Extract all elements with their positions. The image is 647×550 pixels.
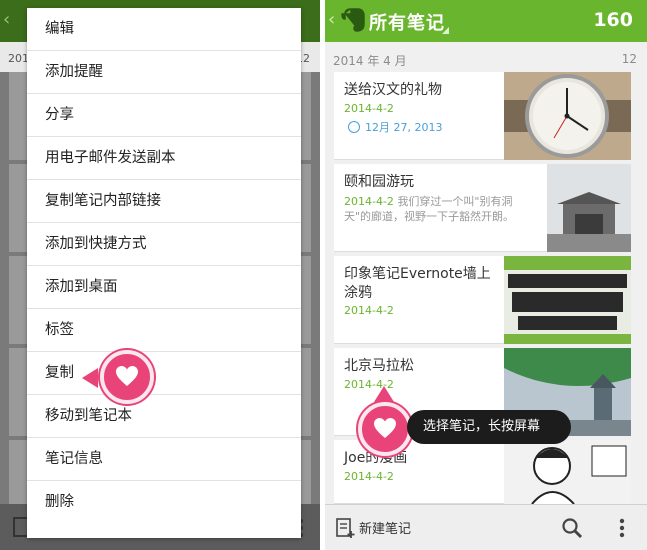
menu-item-move-to-notebook[interactable]: 移动到笔记本 <box>27 395 301 438</box>
menu-item-note-info[interactable]: 笔记信息 <box>27 438 301 481</box>
dropdown-caret-icon[interactable] <box>442 27 449 34</box>
new-note-icon <box>336 518 355 538</box>
note-date: 2014-4-2 <box>344 195 394 208</box>
section-header: 2014 年 4 月 12 <box>325 42 647 72</box>
note-count: 160 <box>593 9 633 31</box>
menu-item-add-reminder[interactable]: 添加提醒 <box>27 51 301 94</box>
new-note-label: 新建笔记 <box>359 522 412 537</box>
note-title: 颐和园游玩 <box>344 174 414 190</box>
palace-thumbnail <box>547 164 631 252</box>
watch-image <box>504 72 631 160</box>
menu-item-tags[interactable]: 标签 <box>27 309 301 352</box>
page-title[interactable]: 所有笔记 <box>369 9 445 35</box>
comic-thumbnail <box>504 440 631 504</box>
menu-item-copy-note-link[interactable]: 复制笔记内部链接 <box>27 180 301 223</box>
heart-icon <box>116 366 138 386</box>
comic-image <box>504 440 631 504</box>
note-card[interactable]: 送给汉文的礼物 2014-4-2 12月 27, 2013 <box>334 72 631 160</box>
menu-item-email-copy[interactable]: 用电子邮件发送副本 <box>27 137 301 180</box>
bottom-bar: 新建笔记 <box>325 504 647 550</box>
note-card[interactable]: 印象笔记Evernote墙上涂鸦 2014-4-2 <box>334 256 631 344</box>
note-date: 2014-4-2 <box>344 102 394 115</box>
note-snippet: 2014-4-2 我们穿过一个叫"别有洞天"的廊道，视野一下子豁然开朗。 <box>344 194 534 224</box>
left-screen: ‹ 201 12 编辑 添加提醒 分享 用电子邮件发送副本 复制笔记内部链接 添… <box>0 0 320 550</box>
heart-highlight <box>100 350 154 404</box>
menu-item-share[interactable]: 分享 <box>27 94 301 137</box>
dimmed-section-label: 201 <box>8 52 29 65</box>
menu-item-add-to-home[interactable]: 添加到桌面 <box>27 266 301 309</box>
alarm-icon <box>348 121 360 133</box>
menu-item-copy[interactable]: 复制 <box>27 352 301 395</box>
note-context-menu: 编辑 添加提醒 分享 用电子邮件发送副本 复制笔记内部链接 添加到快捷方式 添加… <box>27 8 301 538</box>
reminder: 12月 27, 2013 <box>348 119 442 135</box>
menu-item-delete[interactable]: 删除 <box>27 481 301 524</box>
section-label: 2014 年 4 月 <box>333 54 407 68</box>
callout-pointer <box>82 368 98 388</box>
new-note-button[interactable]: 新建笔记 <box>335 517 411 539</box>
back-arrow-icon: ‹ <box>3 9 11 30</box>
app-bar: ‹ 所有笔记 160 <box>325 0 647 42</box>
callout-pointer <box>374 386 394 402</box>
graffiti-thumbnail <box>504 256 631 344</box>
overflow-icon[interactable] <box>619 517 625 539</box>
menu-item-add-shortcut[interactable]: 添加到快捷方式 <box>27 223 301 266</box>
watch-thumbnail <box>504 72 631 160</box>
elephant-icon[interactable] <box>339 6 367 34</box>
graffiti-image <box>504 256 631 344</box>
note-date: 2014-4-2 <box>344 304 394 317</box>
note-card[interactable]: 颐和园游玩 2014-4-2 我们穿过一个叫"别有洞天"的廊道，视野一下子豁然开… <box>334 164 631 252</box>
long-press-tooltip: 选择笔记，长按屏幕 <box>407 410 571 444</box>
reminder-date: 12月 27, 2013 <box>365 121 443 134</box>
palace-image <box>547 164 631 252</box>
note-title: 北京马拉松 <box>344 358 414 374</box>
back-arrow-icon[interactable]: ‹ <box>328 9 335 30</box>
heart-icon <box>374 418 396 438</box>
menu-item-edit[interactable]: 编辑 <box>27 8 301 51</box>
heart-highlight <box>358 402 412 456</box>
search-icon[interactable] <box>561 517 583 539</box>
right-screen: ‹ 所有笔记 160 2014 年 4 月 12 送给汉文的礼物 2014-4-… <box>325 0 647 550</box>
note-date: 2014-4-2 <box>344 470 394 483</box>
note-title: 送给汉文的礼物 <box>344 82 442 98</box>
section-count: 12 <box>621 52 637 66</box>
note-title: 印象笔记Evernote墙上涂鸦 <box>344 266 491 301</box>
